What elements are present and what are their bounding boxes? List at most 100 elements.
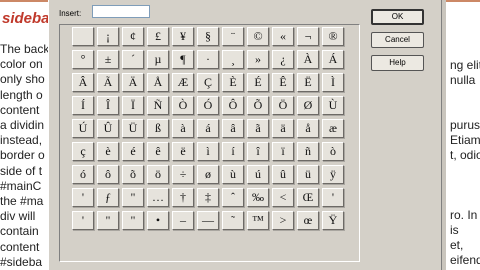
cancel-button[interactable]: Cancel (371, 32, 424, 48)
character-key[interactable]: ù (222, 165, 244, 184)
ok-button[interactable]: OK (371, 9, 424, 25)
character-key[interactable]: · (197, 50, 219, 69)
character-key[interactable]: ÷ (172, 165, 194, 184)
character-key[interactable]: ° (72, 50, 94, 69)
character-key[interactable]: Î (97, 96, 119, 115)
character-key[interactable]: © (247, 27, 269, 46)
character-key[interactable]: ú (247, 165, 269, 184)
character-key[interactable]: » (247, 50, 269, 69)
character-key[interactable]: ï (272, 142, 294, 161)
character-key[interactable]: ß (147, 119, 169, 138)
character-key[interactable]: Ê (272, 73, 294, 92)
character-key[interactable]: – (172, 211, 194, 230)
character-key[interactable]: ' (72, 211, 94, 230)
character-key[interactable]: Á (322, 50, 344, 69)
character-key[interactable]: à (172, 119, 194, 138)
character-key[interactable]: Ä (122, 73, 144, 92)
character-key[interactable]: ¶ (172, 50, 194, 69)
character-key[interactable]: " (122, 188, 144, 207)
character-key[interactable]: â (222, 119, 244, 138)
character-key[interactable]: å (297, 119, 319, 138)
character-key[interactable]: … (147, 188, 169, 207)
character-key[interactable]: ì (197, 142, 219, 161)
character-key[interactable]: ä (272, 119, 294, 138)
character-key[interactable]: Ñ (147, 96, 169, 115)
character-key[interactable]: " (97, 211, 119, 230)
character-key[interactable]: < (272, 188, 294, 207)
character-key[interactable]: ö (147, 165, 169, 184)
character-key[interactable]: ' (72, 188, 94, 207)
character-key[interactable]: ® (322, 27, 344, 46)
character-key[interactable]: ã (247, 119, 269, 138)
character-key[interactable]: Ó (197, 96, 219, 115)
character-key[interactable]: ü (297, 165, 319, 184)
character-key[interactable]: À (297, 50, 319, 69)
character-key[interactable]: é (122, 142, 144, 161)
character-key[interactable]: ˜ (222, 211, 244, 230)
character-key[interactable]: ¢ (122, 27, 144, 46)
character-key[interactable]: Ÿ (322, 211, 344, 230)
character-key[interactable]: È (222, 73, 244, 92)
character-key[interactable]: Ö (272, 96, 294, 115)
character-key[interactable]: " (122, 211, 144, 230)
character-key[interactable]: í (222, 142, 244, 161)
character-key[interactable]: ˆ (222, 188, 244, 207)
character-key[interactable]: Ú (72, 119, 94, 138)
character-key[interactable]: ´ (122, 50, 144, 69)
character-key[interactable]: Ù (322, 96, 344, 115)
character-key[interactable]: ¡ (97, 27, 119, 46)
help-button[interactable]: Help (371, 55, 424, 71)
character-key[interactable]: ó (72, 165, 94, 184)
character-key[interactable]: > (272, 211, 294, 230)
character-key[interactable]: õ (122, 165, 144, 184)
character-key[interactable]: † (172, 188, 194, 207)
character-key[interactable]: Ò (172, 96, 194, 115)
character-key[interactable]: ¿ (272, 50, 294, 69)
character-key[interactable]: œ (297, 211, 319, 230)
character-key[interactable]: • (147, 211, 169, 230)
character-key[interactable]: ê (147, 142, 169, 161)
character-key[interactable]: ‡ (197, 188, 219, 207)
insert-input[interactable] (92, 5, 150, 18)
character-key[interactable]: É (247, 73, 269, 92)
character-key[interactable]: ¸ (222, 50, 244, 69)
character-key[interactable]: ‰ (247, 188, 269, 207)
character-key[interactable]: Ì (322, 73, 344, 92)
character-key[interactable]: ø (197, 165, 219, 184)
character-key[interactable]: û (272, 165, 294, 184)
character-key[interactable]: Œ (297, 188, 319, 207)
character-key[interactable]: ñ (297, 142, 319, 161)
character-key[interactable]: Ø (297, 96, 319, 115)
character-key[interactable]: Ë (297, 73, 319, 92)
character-key[interactable]: î (247, 142, 269, 161)
character-key[interactable]: Ï (122, 96, 144, 115)
character-key[interactable]: ô (97, 165, 119, 184)
character-key[interactable]: è (97, 142, 119, 161)
character-key[interactable]: Ü (122, 119, 144, 138)
character-key[interactable]: ™ (247, 211, 269, 230)
character-key[interactable]: Û (97, 119, 119, 138)
character-key[interactable]: § (197, 27, 219, 46)
character-key[interactable]: Æ (172, 73, 194, 92)
character-key[interactable]: ÿ (322, 165, 344, 184)
character-key[interactable]: Ç (197, 73, 219, 92)
character-key[interactable]: Å (147, 73, 169, 92)
character-key[interactable]: ' (322, 188, 344, 207)
character-key[interactable]: ç (72, 142, 94, 161)
character-key[interactable]: £ (147, 27, 169, 46)
character-key[interactable]: ò (322, 142, 344, 161)
character-key[interactable]: Í (72, 96, 94, 115)
character-key[interactable]: ¥ (172, 27, 194, 46)
character-key[interactable]: æ (322, 119, 344, 138)
character-key[interactable]: Ã (97, 73, 119, 92)
character-key[interactable]: ë (172, 142, 194, 161)
character-key[interactable]: Â (72, 73, 94, 92)
character-key[interactable]: ƒ (97, 188, 119, 207)
character-key[interactable]: µ (147, 50, 169, 69)
character-key[interactable]: á (197, 119, 219, 138)
character-key[interactable]: — (197, 211, 219, 230)
character-key[interactable] (72, 27, 94, 46)
character-key[interactable]: ± (97, 50, 119, 69)
character-key[interactable]: ¨ (222, 27, 244, 46)
character-key[interactable]: ¬ (297, 27, 319, 46)
